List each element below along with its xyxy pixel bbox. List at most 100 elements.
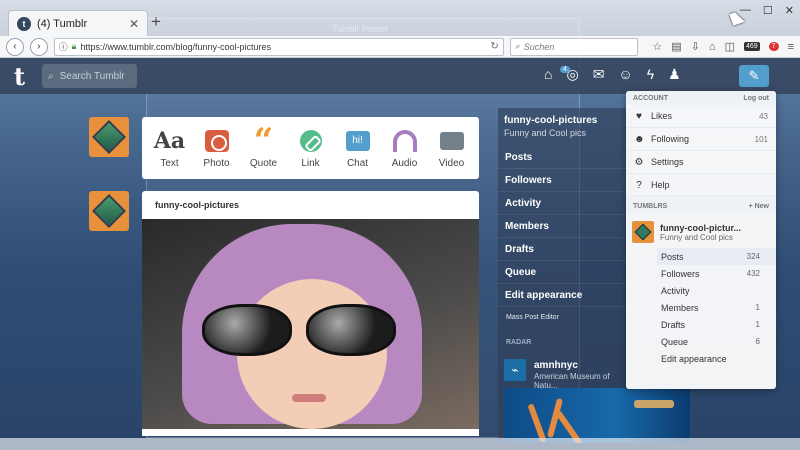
notification-badge[interactable]: 7 xyxy=(768,42,779,51)
blog-sub-members[interactable]: Members 1 xyxy=(657,299,776,316)
close-window-button[interactable]: ✕ xyxy=(785,4,794,17)
compose-button[interactable]: ✎ xyxy=(739,65,769,87)
tumblr-search-placeholder: Search Tumblr xyxy=(59,70,125,82)
browser-search-input[interactable]: ⌕ Suchen xyxy=(509,37,639,56)
lock-icon: 🔒︎ xyxy=(71,41,77,51)
post-type-text[interactable]: Aa Text xyxy=(147,128,193,169)
post-author[interactable]: funny-cool-pictures xyxy=(155,200,239,210)
sidebar-item-drafts[interactable]: Drafts xyxy=(498,238,633,261)
tumblr-header: t ⌕ Search Tumblr ⌂ ◎ ✉ ☺ ϟ ♟ 4 xyxy=(0,58,800,94)
maximize-button[interactable]: ☐ xyxy=(763,4,773,17)
post-type-quote[interactable]: “ Quote xyxy=(241,124,287,169)
mass-post-editor-link[interactable]: Mass Post Editor xyxy=(506,314,559,321)
avatar-gem-icon xyxy=(92,194,126,228)
sidebar-item-edit-appearance[interactable]: Edit appearance xyxy=(498,284,633,307)
download-icon[interactable]: ⇩ xyxy=(691,40,700,53)
hamburger-menu-icon[interactable]: ≡ xyxy=(788,41,794,53)
account-item-following[interactable]: ☻ Following 101 xyxy=(626,128,776,151)
avatar-gem-icon xyxy=(634,223,652,241)
blog-sub-label: Edit appearance xyxy=(661,353,727,364)
sidebar-blog-title[interactable]: funny-cool-pictures xyxy=(504,115,597,126)
blog-sub-followers[interactable]: Followers 432 xyxy=(657,265,776,282)
blog-sub-count: 1 xyxy=(755,320,760,329)
sidebar-item-queue[interactable]: Queue xyxy=(498,261,633,284)
radar-blog-name[interactable]: amnhnyc xyxy=(534,360,578,371)
post-type-video[interactable]: Video xyxy=(429,128,475,169)
account-dropdown: ACCOUNT Log out ♥ Likes 43 ☻ Following 1… xyxy=(626,91,776,389)
sidebar-item-members[interactable]: Members xyxy=(498,215,633,238)
radar-post-image[interactable] xyxy=(504,388,690,443)
camera-icon xyxy=(204,129,229,152)
reload-icon[interactable]: ↻ xyxy=(490,41,498,52)
tumblr-search-input[interactable]: ⌕ Search Tumblr xyxy=(42,64,137,88)
taskbar-strip xyxy=(0,438,800,450)
video-icon-wrap xyxy=(439,128,464,154)
post-type-label: Audio xyxy=(391,157,418,169)
close-tab-icon[interactable]: ✕ xyxy=(129,17,139,31)
chat-icon: hi! xyxy=(345,130,370,151)
blog-sub-count: 324 xyxy=(746,252,760,261)
account-item-settings[interactable]: ⚙ Settings xyxy=(626,151,776,174)
blog-sub-queue[interactable]: Queue 6 xyxy=(657,333,776,350)
bookmark-star-icon[interactable]: ☆ xyxy=(652,40,662,53)
tab-title: (4) Tumblr xyxy=(37,17,88,30)
account-item-count: 101 xyxy=(754,134,768,144)
post-type-label: Link xyxy=(301,157,320,169)
blog-sub-posts[interactable]: Posts 324 xyxy=(657,248,776,265)
blog-sub-label: Drafts xyxy=(661,319,686,330)
lightning-icon[interactable]: ϟ xyxy=(647,66,654,83)
blog-entry[interactable]: funny-cool-pictur... Funny and Cool pics xyxy=(626,216,776,248)
new-blog-link[interactable]: + New xyxy=(749,203,769,210)
blog-sub-menu: Posts 324 Followers 432 Activity Members… xyxy=(626,248,776,367)
blog-sidebar: funny-cool-pictures Funny and Cool pics … xyxy=(498,108,690,450)
blog-info: funny-cool-pictur... Funny and Cool pics xyxy=(660,223,741,242)
sidebar-item-activity[interactable]: Activity xyxy=(498,192,633,215)
home-browser-icon[interactable]: ⌂ xyxy=(709,41,716,53)
fish-shape xyxy=(634,400,674,408)
browser-tabstrip: t (4) Tumblr ✕ + — ☐ ✕ xyxy=(0,0,800,36)
post-type-chat[interactable]: hi! Chat xyxy=(335,128,381,169)
new-tab-button[interactable]: + xyxy=(151,13,161,30)
photo-lens-right xyxy=(306,304,396,356)
post-type-link[interactable]: Link xyxy=(288,128,334,169)
mail-icon[interactable]: ✉ xyxy=(593,66,605,83)
blog-sub-activity[interactable]: Activity xyxy=(657,282,776,299)
extension-badge[interactable]: 469 xyxy=(743,42,760,51)
account-item-count: 43 xyxy=(759,111,768,121)
blog-sub-count: 1 xyxy=(755,303,760,312)
url-text[interactable]: https://www.tumblr.com/blog/funny-cool-p… xyxy=(80,42,486,52)
account-item-help[interactable]: ? Help xyxy=(626,174,776,197)
blog-sub-edit-appearance[interactable]: Edit appearance xyxy=(657,350,776,367)
forward-button[interactable]: › xyxy=(29,37,48,56)
following-icon: ☻ xyxy=(634,133,645,145)
user-icon[interactable]: ♟ xyxy=(668,66,681,83)
reading-list-icon[interactable]: ▤ xyxy=(671,40,681,53)
logout-link[interactable]: Log out xyxy=(743,95,769,102)
account-item-likes[interactable]: ♥ Likes 43 xyxy=(626,105,776,128)
pocket-icon[interactable]: ◫ xyxy=(725,40,735,53)
blog-sub-count: 6 xyxy=(755,337,760,346)
home-icon[interactable]: ⌂ xyxy=(544,66,552,83)
blog-name: funny-cool-pictur... xyxy=(660,222,741,233)
blog-avatar xyxy=(632,221,654,243)
avatar-gem-icon xyxy=(92,120,126,154)
video-camera-icon xyxy=(439,131,464,150)
tumblr-logo[interactable]: t xyxy=(14,62,25,91)
account-item-label: Help xyxy=(651,180,670,190)
radar-avatar[interactable]: ⌁ xyxy=(504,359,526,381)
photo-sunglasses-shape xyxy=(202,304,402,359)
smiley-icon[interactable]: ☺ xyxy=(618,66,632,83)
info-icon[interactable]: ⓘ xyxy=(59,40,68,53)
post-type-photo[interactable]: Photo xyxy=(194,128,240,169)
post-type-audio[interactable]: Audio xyxy=(382,128,428,169)
composer-avatar[interactable] xyxy=(89,117,129,157)
url-bar[interactable]: ⓘ 🔒︎ https://www.tumblr.com/blog/funny-c… xyxy=(53,37,504,56)
post-photo[interactable] xyxy=(142,219,479,429)
back-button[interactable]: ‹ xyxy=(6,37,24,56)
blog-sub-drafts[interactable]: Drafts 1 xyxy=(657,316,776,333)
post-avatar[interactable] xyxy=(89,191,129,231)
sidebar-item-followers[interactable]: Followers xyxy=(498,169,633,192)
browser-tab[interactable]: t (4) Tumblr ✕ xyxy=(8,10,148,36)
sidebar-item-posts[interactable]: Posts xyxy=(498,146,633,169)
blog-sub-label: Queue xyxy=(661,336,689,347)
